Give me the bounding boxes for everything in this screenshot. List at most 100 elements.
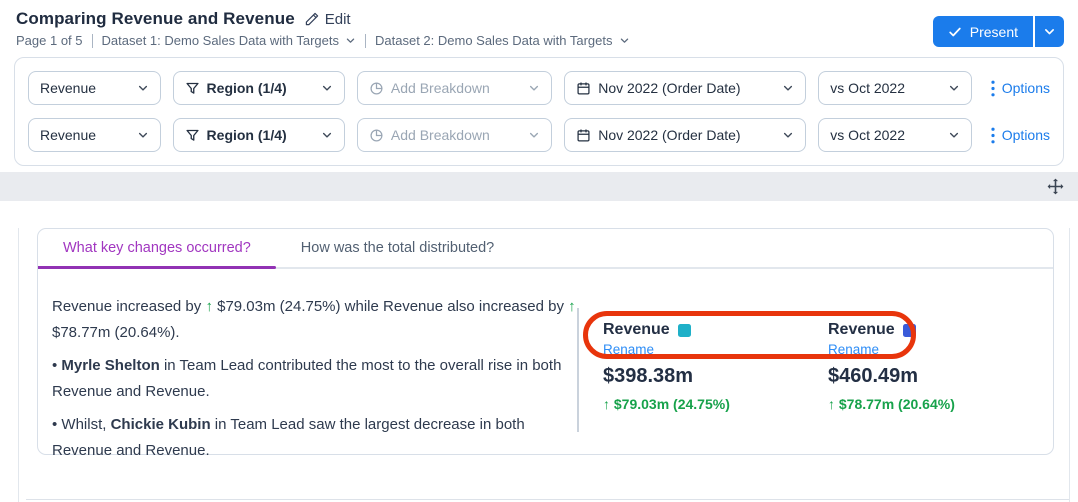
add-breakdown-select-2[interactable]: Add Breakdown: [357, 118, 552, 152]
person-name: Chickie Kubin: [111, 416, 211, 433]
comparison-select-1[interactable]: vs Oct 2022: [818, 71, 971, 105]
tab-key-changes[interactable]: What key changes occurred?: [38, 229, 276, 267]
insight-card: What key changes occurred? How was the t…: [37, 228, 1054, 455]
metric-select-label: Revenue: [40, 127, 96, 143]
breadcrumb: Page 1 of 5 Dataset 1: Demo Sales Data w…: [16, 33, 630, 48]
chevron-down-icon: [528, 129, 540, 141]
present-button-group: Present: [933, 16, 1064, 47]
metric-select-2[interactable]: Revenue: [28, 118, 161, 152]
present-button[interactable]: Present: [933, 16, 1033, 47]
tab-total-distributed[interactable]: How was the total distributed?: [276, 229, 519, 267]
top-bar-left: Comparing Revenue and Revenue Edit Page …: [16, 9, 630, 48]
add-breakdown-placeholder: Add Breakdown: [391, 127, 490, 143]
pie-chart-icon: [369, 81, 384, 96]
separator: [365, 34, 366, 48]
insight-bullet-1: • Myrle Shelton in Team Lead contributed…: [52, 353, 577, 405]
filter-select-label: Region (1/4): [207, 80, 287, 96]
metric-card-2: Revenue Rename $460.49m ↑ $78.77m (20.64…: [828, 321, 1053, 471]
page-indicator: Page 1 of 5: [16, 33, 83, 48]
up-arrow-icon: ↑: [568, 298, 576, 315]
metric-color-swatch: [903, 324, 916, 337]
metric-change: ↑ $78.77m (20.64%): [828, 396, 1053, 412]
up-arrow-icon: ↑: [205, 298, 213, 315]
tab-label: How was the total distributed?: [301, 240, 494, 256]
metric-name: Revenue: [603, 321, 670, 339]
options-label: Options: [1002, 127, 1050, 143]
dataset2-selector[interactable]: Dataset 2: Demo Sales Data with Targets: [375, 33, 630, 48]
filter-select-2[interactable]: Region (1/4): [173, 118, 345, 152]
present-dropdown-button[interactable]: [1035, 16, 1064, 47]
chevron-down-icon: [782, 82, 794, 94]
pie-chart-icon: [369, 128, 384, 143]
person-name: Myrle Shelton: [61, 357, 159, 374]
funnel-icon: [185, 81, 200, 96]
metric-color-swatch: [678, 324, 691, 337]
summary-segment: Revenue increased by: [52, 298, 205, 315]
present-label: Present: [970, 24, 1018, 40]
tab-label: What key changes occurred?: [63, 240, 251, 256]
kebab-menu-icon: [991, 127, 995, 144]
bullet-segment: •: [52, 357, 61, 374]
options-button-1[interactable]: Options: [991, 80, 1050, 97]
chevron-down-icon: [137, 129, 149, 141]
dataset1-selector[interactable]: Dataset 1: Demo Sales Data with Targets: [102, 33, 357, 48]
page-title: Comparing Revenue and Revenue: [16, 9, 295, 29]
comparison-select-label: vs Oct 2022: [830, 127, 905, 143]
date-select-label: Nov 2022 (Order Date): [598, 127, 740, 143]
edit-button[interactable]: Edit: [304, 11, 351, 28]
metrics-summary: Revenue Rename $398.38m ↑ $79.03m (24.75…: [579, 294, 1053, 471]
filter-select-1[interactable]: Region (1/4): [173, 71, 345, 105]
insight-body: Revenue increased by ↑ $79.03m (24.75%) …: [38, 269, 1053, 471]
comparison-select-2[interactable]: vs Oct 2022: [818, 118, 971, 152]
rename-link[interactable]: Rename: [603, 342, 654, 357]
pencil-icon: [304, 11, 320, 27]
comparison-select-label: vs Oct 2022: [830, 80, 905, 96]
date-select-1[interactable]: Nov 2022 (Order Date): [564, 71, 806, 105]
dataset2-label: Dataset 2: Demo Sales Data with Targets: [375, 33, 613, 48]
rename-link[interactable]: Rename: [828, 342, 879, 357]
insight-bullet-2: • Whilst, Chickie Kubin in Team Lead saw…: [52, 412, 577, 464]
chevron-down-icon: [528, 82, 540, 94]
content-panel: What key changes occurred? How was the t…: [18, 228, 1070, 502]
chevron-down-icon: [619, 35, 630, 46]
summary-segment: $78.77m (20.64%).: [52, 324, 180, 341]
check-icon: [948, 25, 962, 39]
date-select-label: Nov 2022 (Order Date): [598, 80, 740, 96]
next-section-edge: [26, 499, 1069, 500]
calendar-icon: [576, 81, 591, 96]
options-button-2[interactable]: Options: [991, 127, 1050, 144]
kebab-menu-icon: [991, 80, 995, 97]
tab-bar: What key changes occurred? How was the t…: [38, 229, 1053, 269]
metric-value: $460.49m: [828, 365, 1053, 388]
metric-select-1[interactable]: Revenue: [28, 71, 161, 105]
chevron-down-icon: [321, 129, 333, 141]
move-icon[interactable]: [1046, 177, 1065, 196]
funnel-icon: [185, 128, 200, 143]
insight-text: Revenue increased by ↑ $79.03m (24.75%) …: [52, 294, 577, 471]
chevron-down-icon: [137, 82, 149, 94]
calendar-icon: [576, 128, 591, 143]
filter-select-label: Region (1/4): [207, 127, 287, 143]
summary-text: Revenue increased by ↑ $79.03m (24.75%) …: [52, 294, 577, 346]
metric-select-label: Revenue: [40, 80, 96, 96]
section-drag-bar[interactable]: [0, 172, 1078, 201]
chevron-down-icon: [782, 129, 794, 141]
separator: [92, 34, 93, 48]
date-select-2[interactable]: Nov 2022 (Order Date): [564, 118, 806, 152]
dataset1-label: Dataset 1: Demo Sales Data with Targets: [102, 33, 340, 48]
filter-row-1: Revenue Region (1/4) Add Breakdown Nov 2…: [28, 71, 1050, 105]
summary-segment: $79.03m (24.75%) while Revenue also incr…: [213, 298, 568, 315]
metric-card-1: Revenue Rename $398.38m ↑ $79.03m (24.75…: [603, 321, 828, 471]
metric-name: Revenue: [828, 321, 895, 339]
add-breakdown-select-1[interactable]: Add Breakdown: [357, 71, 552, 105]
bullet-segment: • Whilst,: [52, 416, 111, 433]
chevron-down-icon: [948, 82, 960, 94]
options-label: Options: [1002, 80, 1050, 96]
chevron-down-icon: [948, 129, 960, 141]
add-breakdown-placeholder: Add Breakdown: [391, 80, 490, 96]
top-bar: Comparing Revenue and Revenue Edit Page …: [0, 0, 1078, 48]
filter-panel: Revenue Region (1/4) Add Breakdown Nov 2…: [14, 57, 1064, 166]
metric-change: ↑ $79.03m (24.75%): [603, 396, 828, 412]
edit-label: Edit: [325, 11, 351, 28]
metric-value: $398.38m: [603, 365, 828, 388]
